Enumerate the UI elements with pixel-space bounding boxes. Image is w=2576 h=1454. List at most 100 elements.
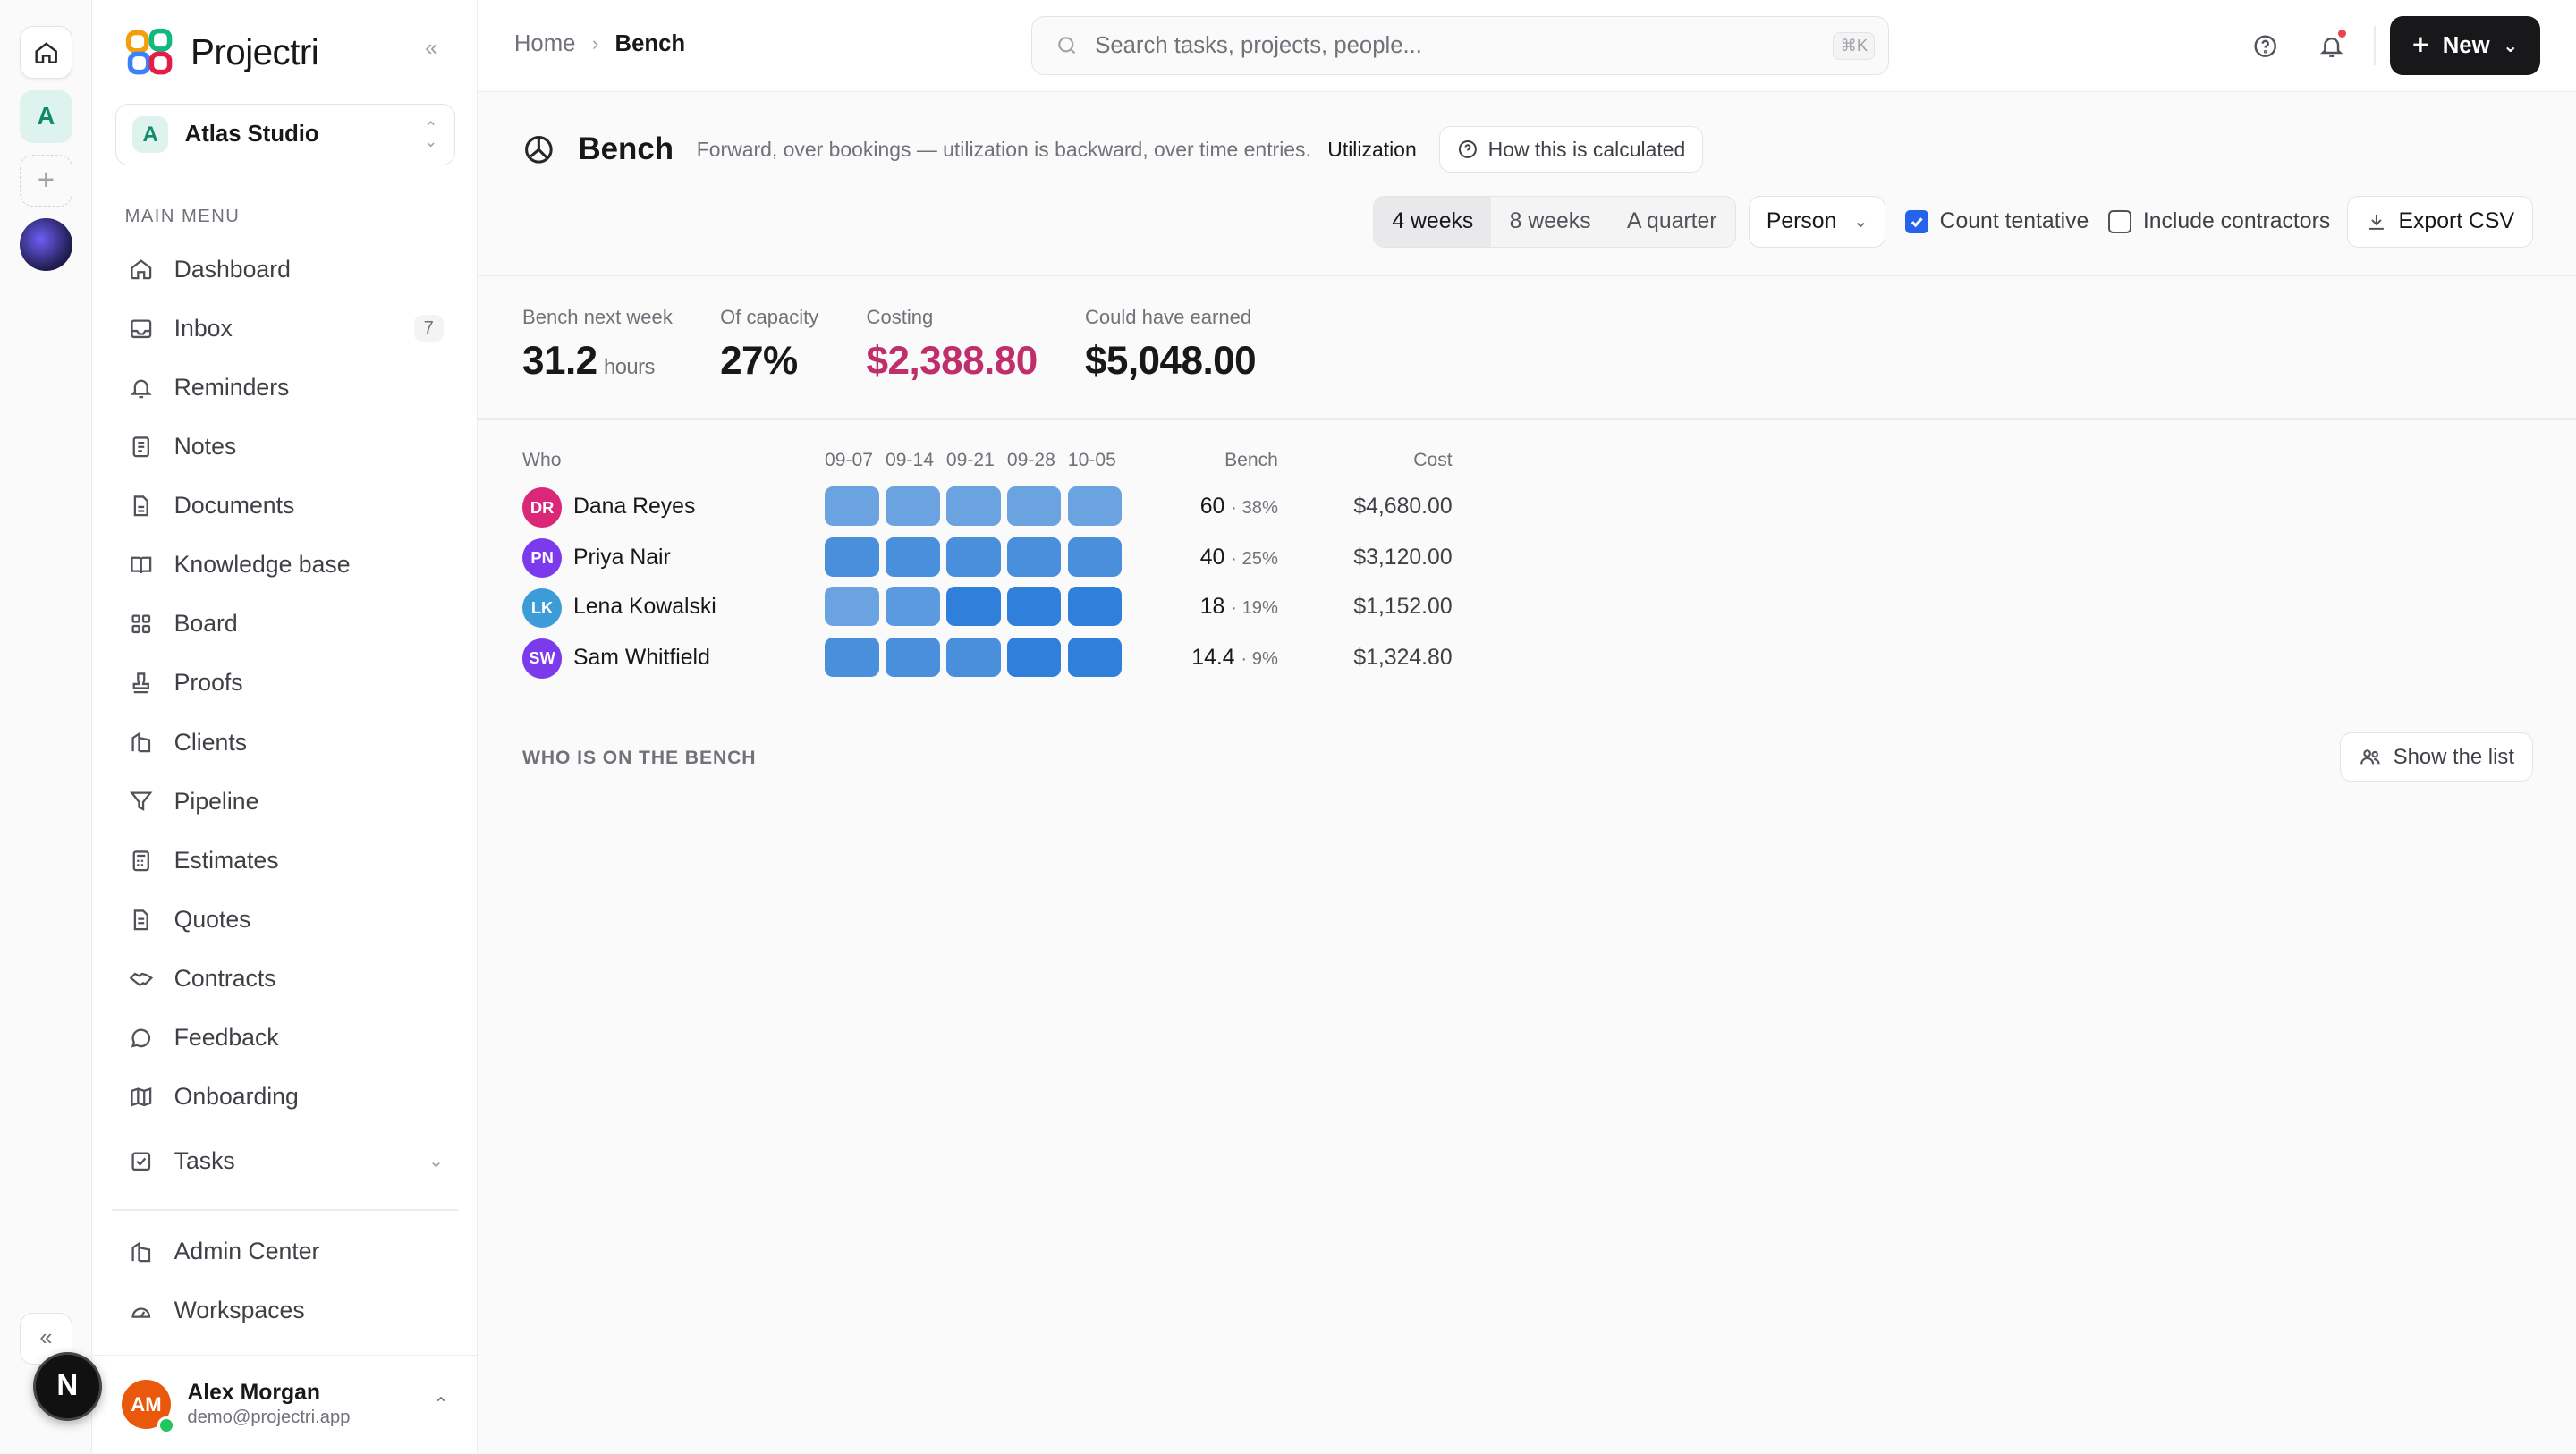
range-a-quarter[interactable]: A quarter	[1609, 197, 1735, 248]
admin-nav: Admin Center Workspaces	[112, 1222, 460, 1340]
stat-label: Costing	[866, 305, 934, 328]
checkbox-unchecked[interactable]	[2108, 210, 2132, 233]
cost-value: $4,680.00	[1353, 494, 1453, 519]
rail-app-icon[interactable]	[20, 218, 72, 272]
app-logo[interactable]: Projectri	[125, 28, 319, 77]
stat-unit: hours	[603, 354, 655, 379]
count-tentative-checkbox[interactable]: Count tentative	[1905, 209, 2089, 234]
sidebar-item-label: Clients	[174, 728, 248, 756]
n-badge-button[interactable]: N	[32, 1351, 102, 1421]
heatmap-cell	[1006, 537, 1062, 577]
stat-label: Bench next week	[522, 305, 673, 328]
double-chevron-left-icon: «	[425, 36, 438, 62]
who-on-bench-label: WHO IS ON THE BENCH	[522, 747, 757, 768]
workspace-switcher[interactable]: A Atlas Studio ⌃ ⌄	[114, 103, 455, 166]
chevron-right-icon: ›	[591, 32, 599, 55]
sidebar-item-proofs[interactable]: Proofs	[112, 654, 460, 713]
sidebar-item-estimates[interactable]: Estimates	[112, 831, 460, 890]
heatmap-cell	[1067, 486, 1123, 526]
main-menu-label: MAIN MENU	[124, 207, 241, 227]
range-8-weeks[interactable]: 8 weeks	[1491, 197, 1608, 248]
sidebar-item-knowledge-base[interactable]: Knowledge base	[112, 536, 460, 595]
bench-value: 18 · 19%	[1200, 595, 1278, 620]
search-input[interactable]	[1095, 32, 1834, 59]
group-by-select[interactable]: Person ⌄	[1749, 195, 1885, 249]
online-status-dot	[157, 1416, 176, 1434]
heatmap-cell	[885, 586, 940, 626]
sidebar-item-clients[interactable]: Clients	[112, 713, 460, 772]
new-button-label: New	[2442, 32, 2490, 58]
avatar: LK	[522, 588, 563, 628]
sidebar-item-label: Contracts	[174, 965, 276, 993]
projectri-logo-icon	[125, 29, 172, 75]
rail-home-button[interactable]	[20, 26, 72, 80]
bench-percent: · 38%	[1231, 497, 1278, 518]
checkbox-checked[interactable]	[1905, 210, 1928, 233]
column-header-week: 09-28	[1006, 450, 1055, 471]
heatmap-cell	[1006, 486, 1062, 526]
sidebar-item-onboarding[interactable]: Onboarding	[112, 1068, 460, 1127]
sidebar-item-quotes[interactable]: Quotes	[112, 890, 460, 949]
document-icon	[128, 493, 154, 519]
sidebar-item-reminders[interactable]: Reminders	[112, 358, 460, 417]
collapse-sidebar-button[interactable]: «	[425, 36, 437, 62]
sidebar-item-feedback[interactable]: Feedback	[112, 1009, 460, 1068]
bench-hours: 40	[1199, 545, 1225, 570]
stat-value: 27%	[720, 338, 798, 383]
sidebar-item-notes[interactable]: Notes	[112, 417, 460, 476]
search-bar[interactable]: ⌘K	[1031, 16, 1890, 76]
sidebar-item-documents[interactable]: Documents	[112, 477, 460, 536]
sidebar-item-pipeline[interactable]: Pipeline	[112, 772, 460, 831]
book-icon	[128, 552, 154, 578]
include-contractors-checkbox[interactable]: Include contractors	[2108, 209, 2330, 234]
sidebar-item-label: Inbox	[174, 314, 233, 342]
heatmap-cell	[945, 637, 1001, 677]
workspace-rail: A + «	[0, 0, 92, 1454]
chevron-down-icon: ⌄	[428, 1152, 444, 1172]
sidebar-item-label: Tasks	[174, 1147, 235, 1175]
sidebar-item-label: Proofs	[174, 669, 243, 697]
utilization-link[interactable]: Utilization	[1327, 138, 1416, 162]
bench-hours: 18	[1199, 594, 1225, 619]
help-button[interactable]	[2249, 30, 2282, 63]
export-csv-button[interactable]: Export CSV	[2346, 195, 2534, 249]
sidebar-item-dashboard[interactable]: Dashboard	[112, 240, 460, 299]
tasks-group: Tasks ⌄	[112, 1131, 460, 1190]
table-row[interactable]: SW Sam Whitfield 14.4 · 9% $1,324.80	[522, 637, 1459, 681]
how-calculated-label: How this is calculated	[1487, 137, 1686, 161]
top-bar: Home › Bench ⌘K + New ⌄	[478, 0, 2576, 92]
rail-workspace-initial: A	[37, 102, 55, 131]
rail-add-workspace-button[interactable]: +	[20, 154, 72, 207]
chevron-down-icon: ⌄	[1852, 212, 1868, 232]
table-row[interactable]: DR Dana Reyes 60 · 38% $4,680.00	[522, 486, 1459, 529]
section-divider	[478, 418, 2576, 421]
rail-workspace-button[interactable]: A	[20, 90, 72, 143]
sidebar-item-board[interactable]: Board	[112, 595, 460, 654]
heatmap-cell	[945, 586, 1001, 626]
heatmap-cell	[1006, 637, 1062, 677]
show-list-button[interactable]: Show the list	[2339, 732, 2534, 782]
search-shortcut-hint: ⌘K	[1833, 31, 1876, 61]
cost-value: $1,152.00	[1353, 594, 1453, 619]
person-name: Priya Nair	[572, 545, 671, 570]
stamp-icon	[128, 670, 154, 696]
stats-row: Bench next week 31.2 hours Of capacity 27…	[522, 305, 1257, 384]
sidebar-item-admin-center[interactable]: Admin Center	[112, 1222, 460, 1281]
workspace-badge: A	[131, 116, 169, 153]
sidebar-item-inbox[interactable]: Inbox 7	[112, 299, 460, 358]
sidebar-item-tasks[interactable]: Tasks ⌄	[112, 1131, 460, 1190]
map-icon	[128, 1084, 154, 1110]
heatmap-cell	[1067, 537, 1123, 577]
range-4-weeks[interactable]: 4 weeks	[1374, 196, 1492, 248]
chevron-up-down-icon: ⌃ ⌄	[423, 117, 438, 150]
table-row[interactable]: PN Priya Nair 40 · 25% $3,120.00	[522, 537, 1459, 580]
new-button[interactable]: + New ⌄	[2390, 16, 2540, 76]
table-row[interactable]: LK Lena Kowalski 18 · 19% $1,152.00	[522, 586, 1459, 630]
breadcrumb-home[interactable]: Home	[514, 31, 576, 57]
user-menu[interactable]: AM Alex Morgan demo@projectri.app ⌃	[91, 1355, 479, 1453]
plus-icon: +	[37, 164, 55, 198]
sidebar-item-contracts[interactable]: Contracts	[112, 949, 460, 1008]
sidebar-item-workspaces[interactable]: Workspaces	[112, 1281, 460, 1340]
how-calculated-button[interactable]: How this is calculated	[1439, 126, 1703, 173]
notifications-button[interactable]	[2315, 30, 2348, 63]
